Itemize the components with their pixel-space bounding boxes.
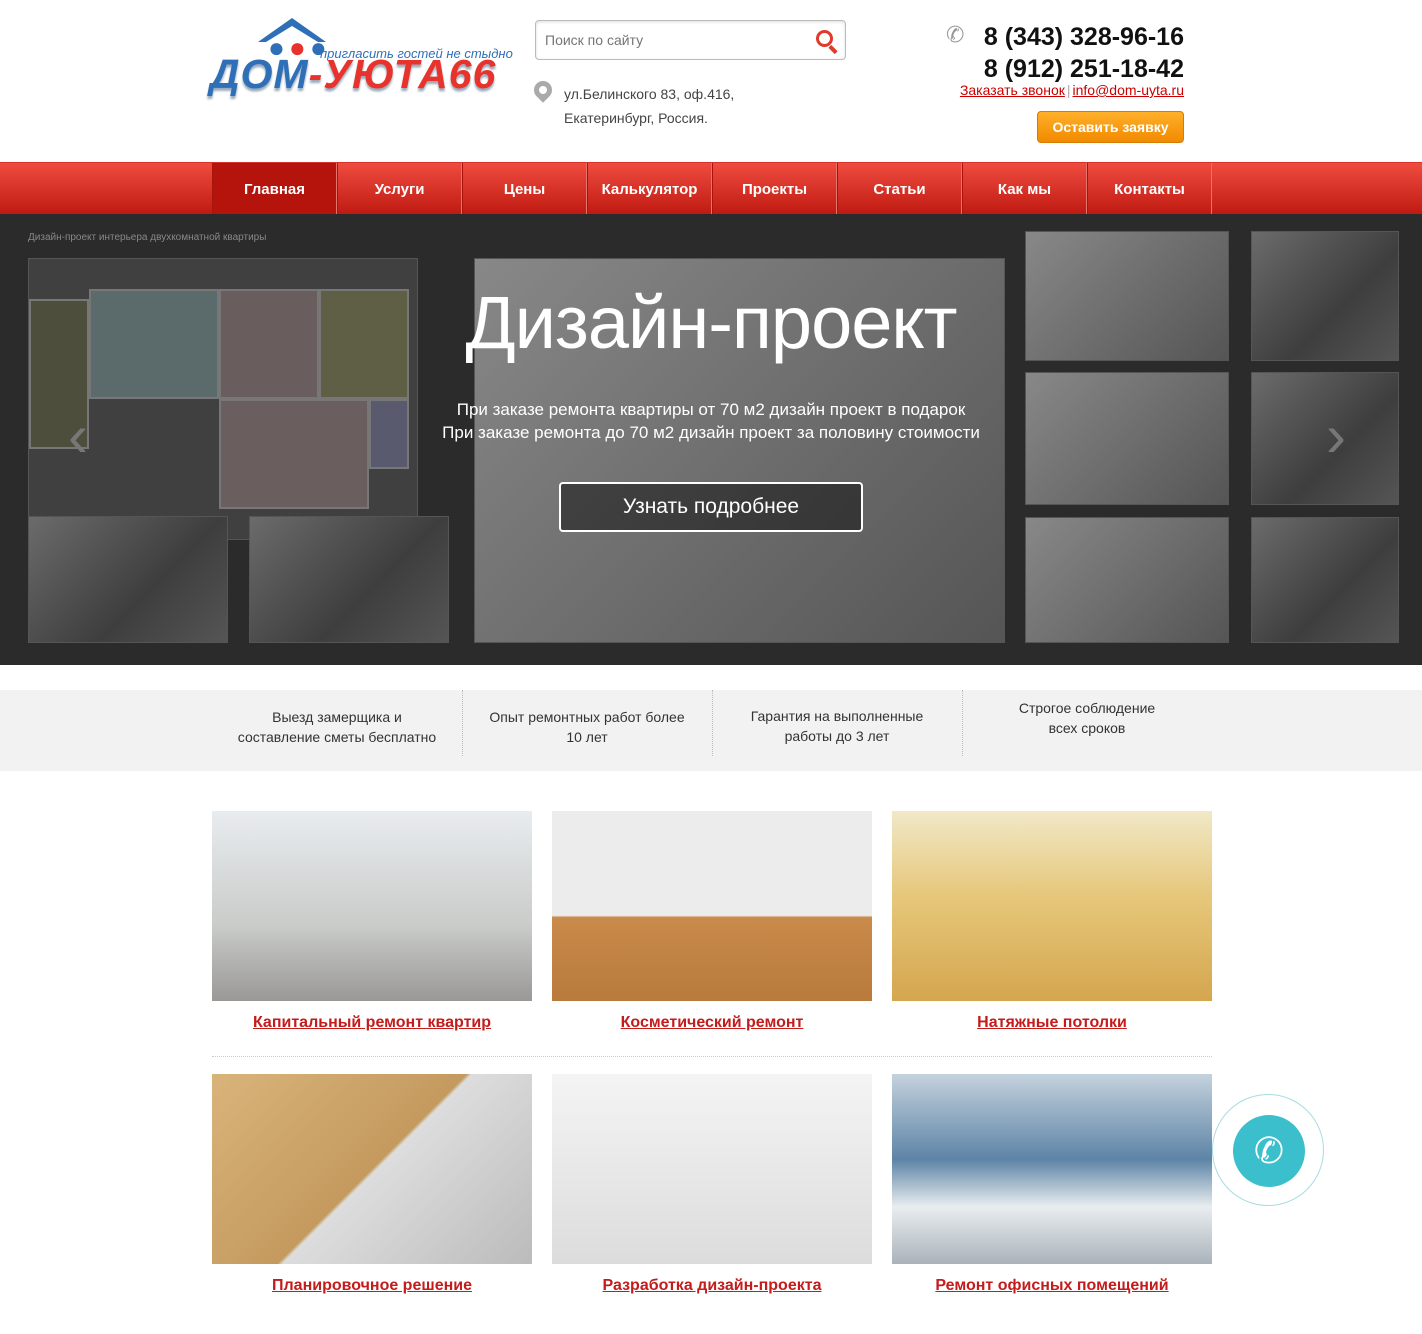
feature-item: Выезд замерщика и составление сметы бесп… (212, 690, 462, 771)
service-link[interactable]: Капитальный ремонт квартир (212, 1014, 532, 1032)
nav-item-calculator[interactable]: Калькулятор (587, 163, 712, 214)
order-button[interactable]: Оставить заявку (1037, 111, 1184, 143)
hero-text-line-1: При заказе ремонта квартиры от 70 м2 диз… (456, 400, 966, 419)
bathroom-photo-3 (1251, 517, 1399, 643)
service-link[interactable]: Ремонт офисных помещений (892, 1277, 1212, 1295)
feature-line: 10 лет (566, 729, 608, 745)
service-image[interactable] (212, 811, 532, 1001)
feature-item: Гарантия на выполненные работы до 3 лет (712, 690, 962, 771)
feature-item: Строгое соблюдение всех сроков (962, 690, 1212, 771)
call-widget-button[interactable]: ✆ (1212, 1094, 1324, 1206)
email-link[interactable]: info@dom-uyta.ru (1073, 82, 1184, 98)
logo-wordmark: ДОМ-УЮТА66 (210, 51, 497, 97)
main-nav: Главная Услуги Цены Калькулятор Проекты … (0, 162, 1422, 251)
hero-text: При заказе ремонта квартиры от 70 м2 диз… (0, 398, 1422, 444)
living-photo (1025, 517, 1229, 643)
hero-title: Дизайн-проект (465, 281, 957, 364)
feature-line: Гарантия на выполненные (750, 708, 924, 724)
service-card: Косметический ремонт (552, 811, 872, 1032)
feature-line: Выезд замерщика и (272, 709, 402, 725)
nav-item-how-we-work[interactable]: Как мы работаем (962, 163, 1087, 251)
service-link[interactable]: Натяжные потолки (892, 1014, 1212, 1032)
feature-line: составление сметы бесплатно (237, 729, 437, 745)
callback-link[interactable]: Заказать звонок (960, 82, 1065, 98)
service-image[interactable] (212, 1074, 532, 1264)
link-divider: | (1066, 82, 1071, 98)
hero-text-line-2: При заказе ремонта до 70 м2 дизайн проек… (442, 423, 980, 442)
service-card: Натяжные потолки (892, 811, 1212, 1032)
nav-item-projects[interactable]: Проекты (712, 163, 837, 214)
service-link[interactable]: Косметический ремонт (552, 1014, 872, 1032)
header-links: Заказать звонок | info@dom-uyta.ru (960, 82, 1184, 98)
hero-caption: Дизайн-проект интерьера двухкомнатной кв… (28, 232, 267, 243)
service-image[interactable] (552, 811, 872, 1001)
nav-item-articles[interactable]: Статьи (837, 163, 962, 214)
nav-item-prices[interactable]: Цены (462, 163, 587, 214)
service-image[interactable] (892, 1074, 1212, 1264)
feature-line: Опыт ремонтных работ более (489, 709, 685, 725)
service-card: Разработка дизайн-проекта (552, 1074, 872, 1295)
divider (212, 1056, 1212, 1057)
bedroom-photo-2 (249, 516, 449, 643)
nav-item-home[interactable]: Главная (212, 163, 337, 214)
nav-item-contacts[interactable]: Контакты (1087, 163, 1212, 214)
learn-more-button[interactable]: Узнать подробнее (559, 482, 863, 532)
call-widget-icon: ✆ (1233, 1115, 1305, 1187)
hero-slider: Дизайн-проект интерьера двухкомнатной кв… (0, 214, 1422, 665)
service-link[interactable]: Разработка дизайн-проекта (552, 1277, 872, 1295)
site-header: ●●● пригласить гостей не стыдно ДОМ-УЮТА… (0, 0, 1422, 162)
service-card: Планировочное решение (212, 1074, 532, 1295)
address: ул.Белинского 83, оф.416, Екатеринбург, … (564, 82, 734, 130)
feature-item: Опыт ремонтных работ более 10 лет (462, 690, 712, 771)
nav-item-services[interactable]: Услуги (337, 163, 462, 214)
location-pin-icon (530, 77, 556, 103)
phone-number-2[interactable]: 8 (912) 251-18-42 (984, 53, 1184, 85)
search-icon[interactable] (816, 30, 833, 47)
service-image[interactable] (552, 1074, 872, 1264)
search-box (535, 20, 846, 60)
phone-numbers: 8 (343) 328-96-16 8 (912) 251-18-42 (984, 21, 1184, 85)
service-card: Капитальный ремонт квартир (212, 811, 532, 1032)
service-image[interactable] (892, 811, 1212, 1001)
address-line-1: ул.Белинского 83, оф.416, (564, 86, 735, 102)
site-logo[interactable]: ●●● пригласить гостей не стыдно ДОМ-УЮТА… (210, 18, 513, 110)
bedroom-photo (28, 516, 228, 643)
service-link[interactable]: Планировочное решение (212, 1277, 532, 1295)
phone-number-1[interactable]: 8 (343) 328-96-16 (984, 21, 1184, 53)
feature-line: работы до 3 лет (784, 728, 890, 744)
address-line-2: Екатеринбург, Россия. (564, 110, 708, 126)
service-card: Ремонт офисных помещений (892, 1074, 1212, 1295)
feature-line: Строгое соблюдение (1018, 700, 1156, 716)
search-input[interactable] (536, 21, 796, 59)
feature-line: всех сроков (1048, 720, 1126, 736)
features-strip: Выезд замерщика и составление сметы бесп… (0, 690, 1422, 771)
phone-icon: ✆ (946, 22, 965, 47)
